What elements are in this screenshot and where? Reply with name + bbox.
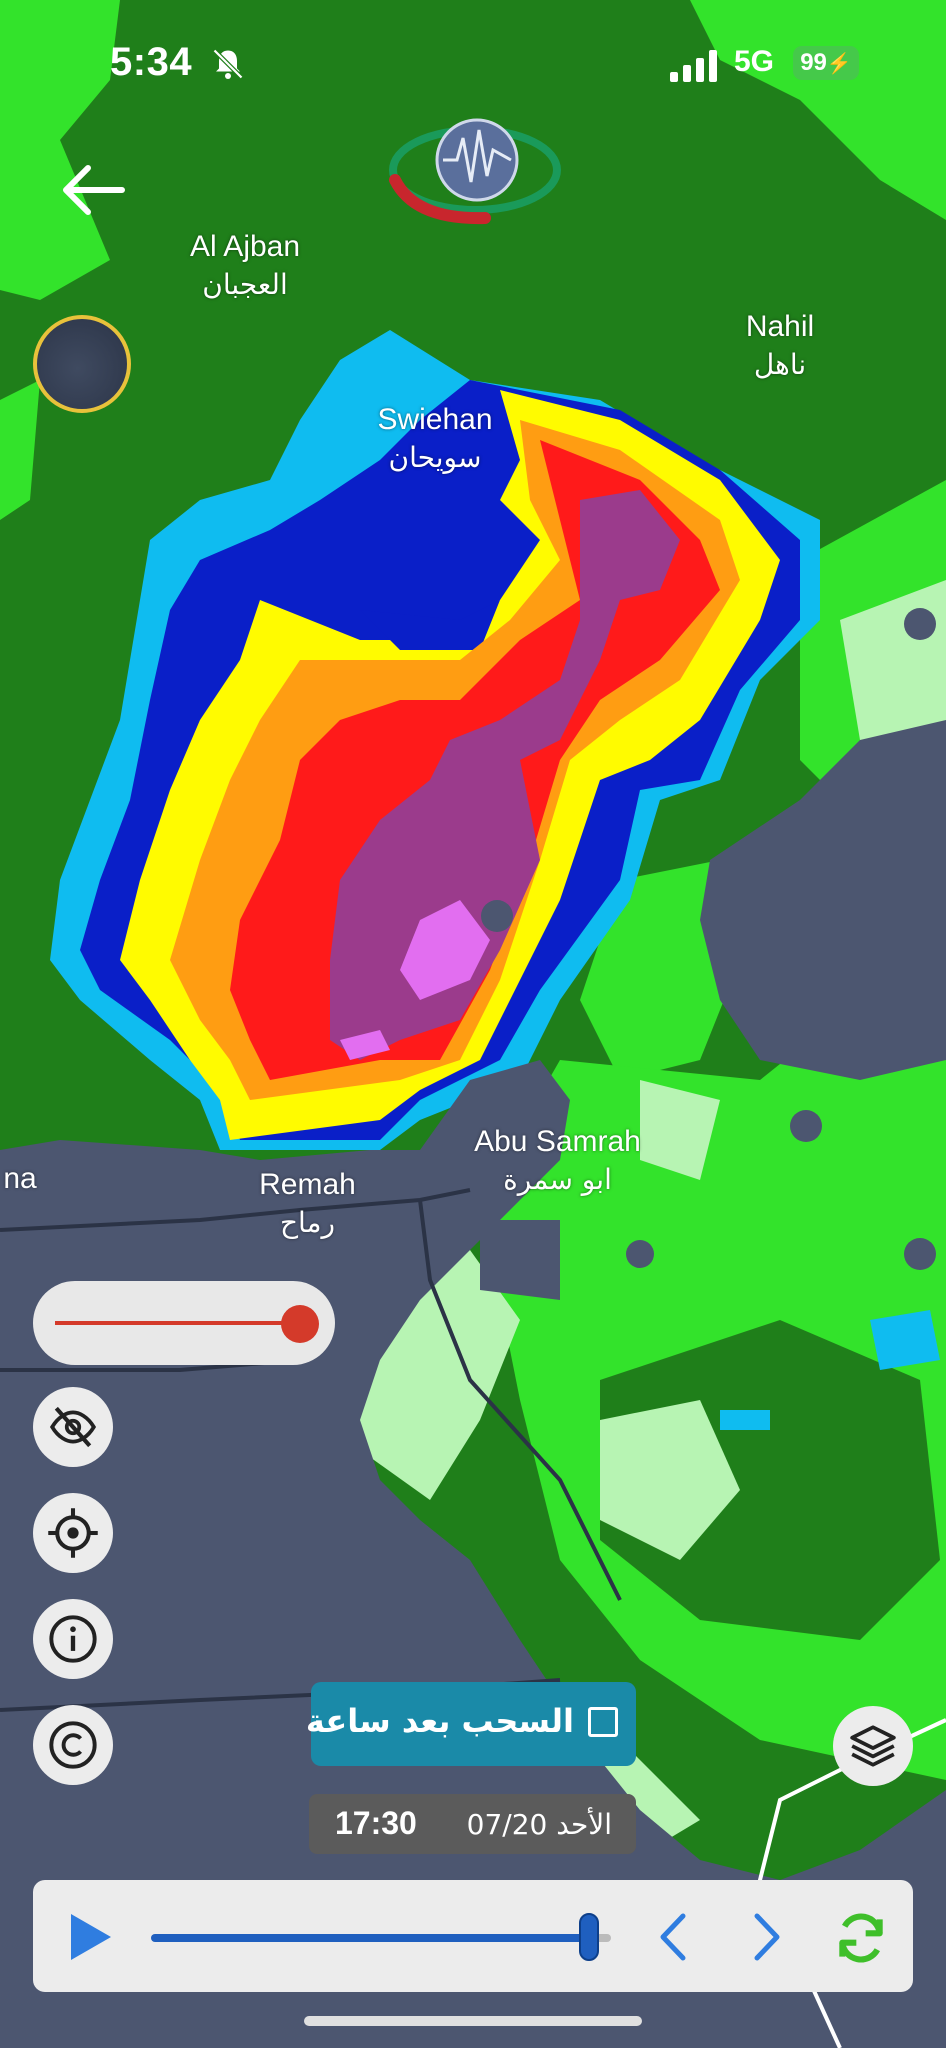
network-type: 5G [734,45,775,78]
label-ar: رماح [279,1206,336,1239]
battery-indicator: 99 ⚡ [793,46,859,80]
map-label-abu-samrah: Abu Samrah ابو سمرة [460,1125,655,1196]
eye-off-icon [49,1406,97,1448]
timestamp-date: الأحد 07/20 [466,1808,612,1841]
charging-bolt-icon: ⚡ [826,52,852,75]
label-en: Remah [259,1168,356,1201]
home-indicator [304,2016,642,2026]
timeline-thumb[interactable] [579,1913,599,1961]
locate-button[interactable] [33,1493,113,1573]
label-en: Abu Samrah [474,1125,641,1158]
map-label-remah: Remah رماح [245,1168,370,1239]
slider-track [55,1321,301,1325]
label-ar: ابو سمرة [503,1163,612,1196]
slider-knob[interactable] [281,1305,319,1343]
label-en: Swiehan [377,403,493,436]
chevron-left-icon[interactable] [655,1912,691,1962]
user-avatar[interactable] [33,315,131,413]
app-logo-icon [389,118,561,225]
back-arrow-icon[interactable] [58,160,128,220]
map-dot [626,1240,654,1268]
label-ar: ناهل [753,348,807,381]
target-icon [48,1508,98,1558]
timestamp-display: 17:30 الأحد 07/20 [309,1794,636,1854]
land-patch [480,1220,560,1300]
map-dot [904,1238,936,1270]
clouds-forecast-label: السحب بعد ساعة [305,1702,574,1740]
label-en: Al Ajban [189,230,301,263]
layers-icon [850,1725,896,1767]
water-patch [720,1410,770,1430]
map-label-al-ajban: Al Ajban العجبان [170,230,320,301]
copyright-icon [49,1721,97,1769]
label-ar: العجبان [202,268,288,301]
timestamp-time: 17:30 [335,1805,417,1841]
play-icon[interactable] [67,1912,113,1962]
map-dot [481,900,513,932]
map-label-edge: na [0,1162,40,1196]
map-dot [904,608,936,640]
battery-level: 99 [800,49,827,76]
map-label-swiehan: Swiehan سويحان [355,403,515,474]
clouds-forecast-toggle[interactable]: السحب بعد ساعة [306,1682,636,1766]
hide-layer-button[interactable] [33,1387,113,1467]
layers-button[interactable] [833,1706,913,1786]
clouds-forecast-checkbox[interactable] [588,1707,618,1737]
bell-slash-icon [212,48,244,80]
chevron-right-icon[interactable] [749,1912,785,1962]
info-icon [49,1615,97,1663]
refresh-icon[interactable] [833,1910,889,1966]
opacity-slider[interactable] [33,1281,335,1365]
map-label-nahil: Nahil ناهل [720,310,840,381]
label-en: na [3,1162,37,1195]
info-button[interactable] [33,1599,113,1679]
status-bar: 5:34 5G 99 ⚡ [0,40,946,90]
timeline-track[interactable] [151,1934,591,1942]
map-dot [790,1110,822,1142]
copyright-button[interactable] [33,1705,113,1785]
playback-bar [33,1880,913,1992]
water-patch [870,1310,940,1370]
signal-icon [670,50,717,82]
label-ar: سويحان [388,441,482,474]
label-en: Nahil [745,310,815,343]
status-time: 5:34 [110,40,193,84]
